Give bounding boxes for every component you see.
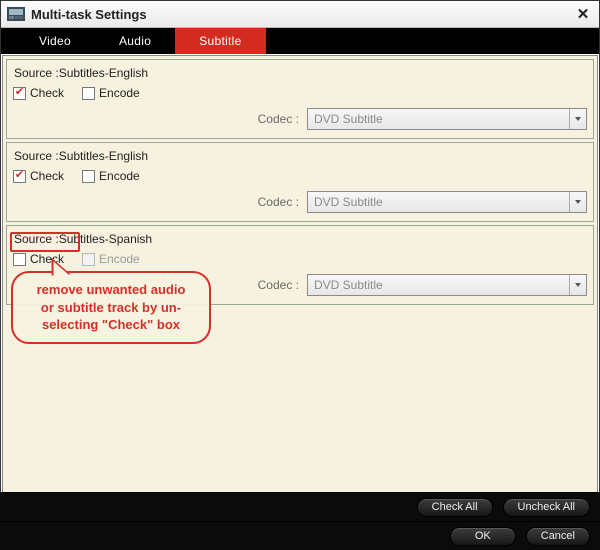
codec-select[interactable]: DVD Subtitle (307, 191, 587, 213)
track-group: Source :Subtitles-English Check Encode C… (6, 142, 594, 222)
encode-checkbox[interactable] (82, 87, 95, 100)
encode-label: Encode (99, 86, 140, 100)
codec-value: DVD Subtitle (314, 112, 383, 126)
tab-video[interactable]: Video (15, 28, 95, 54)
source-label: Source :Subtitles-English (14, 66, 587, 80)
chevron-down-icon (569, 192, 585, 212)
check-checkbox[interactable] (13, 87, 26, 100)
settings-dialog: Multi-task Settings ✕ Video Audio Subtit… (0, 0, 600, 548)
tab-subtitle[interactable]: Subtitle (175, 28, 265, 54)
tab-audio[interactable]: Audio (95, 28, 175, 54)
content-pane: Source :Subtitles-English Check Encode C… (2, 55, 598, 546)
check-checkbox[interactable] (13, 253, 26, 266)
codec-label: Codec : (258, 195, 299, 209)
annotation-callout: remove unwanted audio or subtitle track … (11, 271, 211, 344)
dialog-action-bar: OK Cancel (0, 521, 600, 550)
encode-checkbox[interactable] (82, 170, 95, 183)
track-group: Source :Subtitles-English Check Encode C… (6, 59, 594, 139)
encode-label: Encode (99, 169, 140, 183)
check-row: Check Encode (13, 252, 587, 266)
annotation-line: selecting "Check" box (42, 317, 180, 332)
encode-checkbox (82, 253, 95, 266)
tab-bar: Video Audio Subtitle (1, 28, 599, 54)
bottom-bars: Check All Uncheck All OK Cancel (0, 492, 600, 550)
window-title: Multi-task Settings (31, 7, 147, 22)
check-label: Check (30, 169, 64, 183)
highlight-box (10, 232, 80, 252)
app-icon (7, 7, 25, 21)
codec-label: Codec : (258, 278, 299, 292)
check-label: Check (30, 86, 64, 100)
check-row: Check Encode (13, 86, 587, 100)
chevron-down-icon (569, 109, 585, 129)
encode-option: Encode (82, 169, 140, 183)
codec-select[interactable]: DVD Subtitle (307, 108, 587, 130)
uncheck-all-button[interactable]: Uncheck All (503, 498, 590, 517)
annotation-line: or subtitle track by un- (41, 300, 181, 315)
cancel-button[interactable]: Cancel (526, 527, 590, 546)
encode-option: Encode (82, 86, 140, 100)
codec-label: Codec : (258, 112, 299, 126)
check-option: Check (13, 169, 64, 183)
encode-option: Encode (82, 252, 140, 266)
source-label: Source :Subtitles-Spanish (14, 232, 587, 246)
check-all-button[interactable]: Check All (417, 498, 493, 517)
check-row: Check Encode (13, 169, 587, 183)
chevron-down-icon (569, 275, 585, 295)
close-icon[interactable]: ✕ (573, 4, 593, 24)
bulk-action-bar: Check All Uncheck All (0, 492, 600, 521)
check-checkbox[interactable] (13, 170, 26, 183)
title-bar: Multi-task Settings ✕ (1, 1, 599, 28)
annotation-line: remove unwanted audio (37, 282, 186, 297)
codec-value: DVD Subtitle (314, 278, 383, 292)
ok-button[interactable]: OK (450, 527, 516, 546)
codec-value: DVD Subtitle (314, 195, 383, 209)
codec-select[interactable]: DVD Subtitle (307, 274, 587, 296)
source-label: Source :Subtitles-English (14, 149, 587, 163)
codec-row: Codec : DVD Subtitle (13, 191, 587, 213)
check-option: Check (13, 86, 64, 100)
encode-label: Encode (99, 252, 140, 266)
codec-row: Codec : DVD Subtitle (13, 108, 587, 130)
